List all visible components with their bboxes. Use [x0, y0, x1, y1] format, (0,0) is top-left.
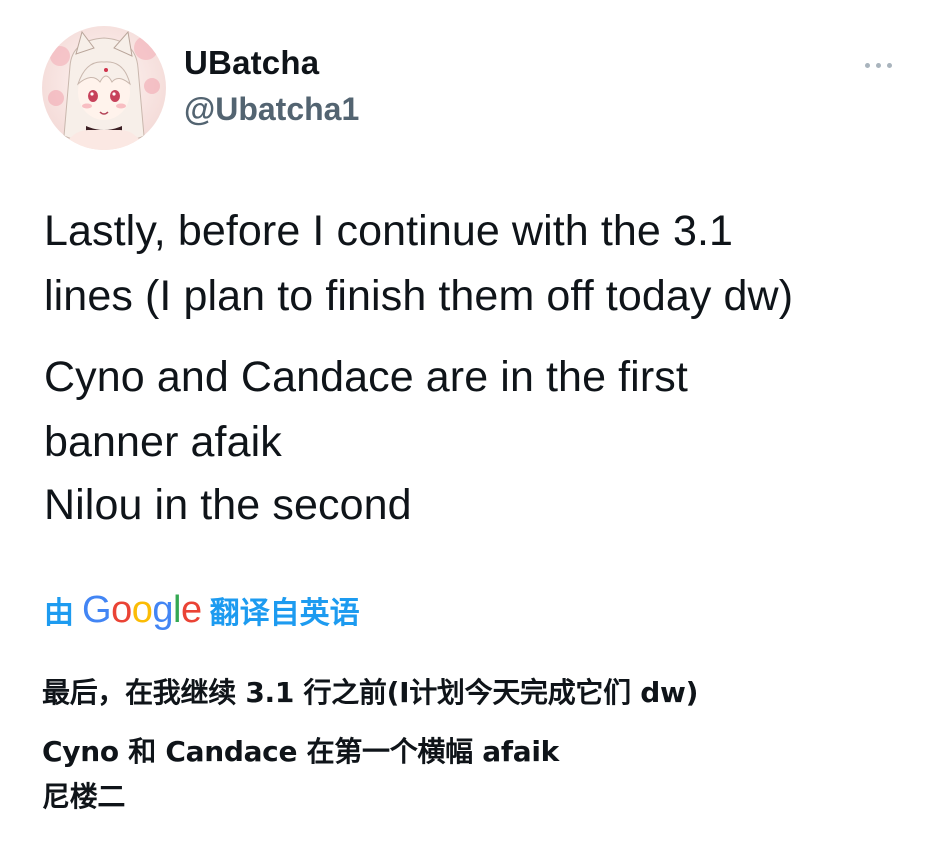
anime-character-avatar-icon — [42, 26, 166, 150]
google-letter: o — [111, 588, 132, 631]
translated-text-line: Cyno 和 Candace 在第一个横幅 afaik — [42, 735, 559, 768]
tweet-text-line: Cyno and Candace are in the first — [44, 353, 688, 401]
google-letter: l — [172, 588, 181, 631]
google-letter: g — [152, 588, 173, 631]
translation-attribution[interactable]: 由 G o o g l e 翻译自英语 — [44, 588, 360, 632]
google-logo: G o o g l e — [82, 589, 202, 632]
translated-from-label: 翻译自英语 — [209, 596, 360, 631]
translated-text-line: 最后，在我继续 3.1 行之前(I计划今天完成它们 dw) — [42, 676, 699, 709]
google-letter: o — [131, 588, 153, 631]
more-options-icon[interactable] — [856, 54, 900, 76]
google-letter: G — [82, 588, 112, 631]
tweet-text-line: Nilou in the second — [44, 481, 412, 529]
translated-text-line: 尼楼二 — [42, 780, 126, 813]
tweet-text-line: Lastly, before I continue with the 3.1 — [44, 207, 734, 255]
google-letter: e — [180, 588, 202, 631]
display-name[interactable]: UBatcha — [184, 44, 319, 82]
tweet-text-line: lines (I plan to finish them off today d… — [44, 272, 794, 320]
user-avatar[interactable] — [42, 26, 166, 150]
tweet-text-line: banner afaik — [44, 418, 282, 466]
user-handle[interactable]: @Ubatcha1 — [184, 91, 359, 128]
tweet-card: UBatcha @Ubatcha1 Lastly, before I conti… — [0, 0, 942, 841]
translation-by-label: 由 — [44, 596, 74, 631]
